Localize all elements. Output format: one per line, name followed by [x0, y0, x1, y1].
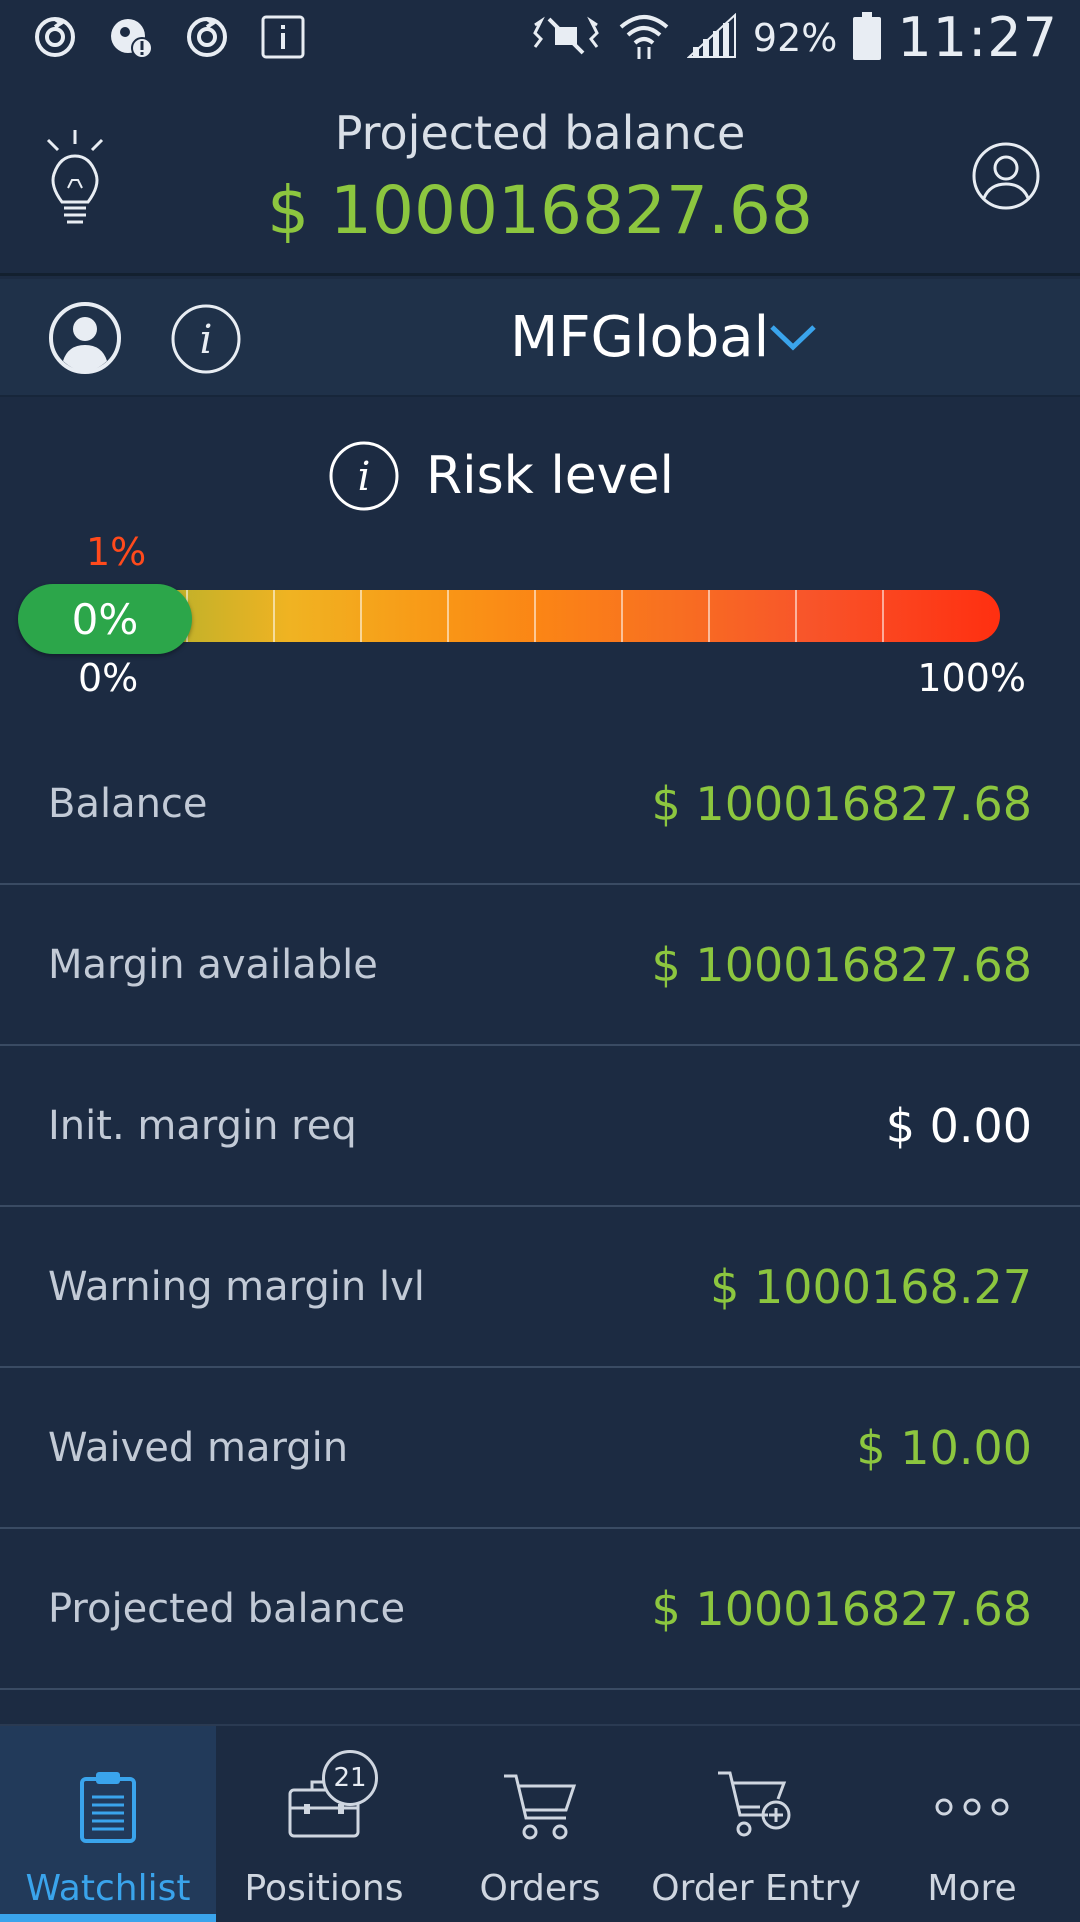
sync-icon — [182, 12, 232, 62]
row-value: $ 1000168.27 — [710, 1259, 1032, 1314]
row-label: Init. margin req — [48, 1102, 357, 1149]
alert-icon — [106, 12, 156, 62]
svg-text:i: i — [358, 454, 371, 500]
risk-info-icon[interactable]: i — [328, 440, 400, 512]
summary-row-waived-margin: Waived margin $ 10.00 — [0, 1368, 1080, 1529]
risk-level-title: Risk level — [426, 446, 674, 506]
summary-row-margin-available: Margin available $ 100016827.68 — [0, 885, 1080, 1046]
risk-max-label: 100% — [917, 656, 1026, 700]
chevron-down-icon[interactable] — [768, 321, 818, 355]
row-value: $ 0.00 — [885, 1098, 1032, 1153]
summary-row-projected-balance: Projected balance $ 100016827.68 — [0, 1529, 1080, 1690]
row-label: Margin available — [48, 941, 378, 988]
nav-label: Positions — [244, 1868, 404, 1909]
nav-label: Watchlist — [25, 1868, 191, 1909]
svg-text:i: i — [200, 317, 213, 363]
cart-icon — [495, 1762, 585, 1852]
cart-add-icon — [711, 1762, 801, 1852]
risk-tick — [621, 590, 623, 642]
account-bar: i MFGlobal — [0, 279, 1080, 397]
risk-level-heading: i Risk level — [328, 440, 674, 512]
more-dots-icon — [927, 1762, 1017, 1852]
account-avatar-icon[interactable] — [48, 301, 122, 375]
nav-label: More — [927, 1868, 1017, 1909]
nav-more[interactable]: More — [864, 1726, 1080, 1922]
risk-tick — [882, 590, 884, 642]
info-icon — [258, 12, 308, 62]
summary-row-init-margin-req: Init. margin req $ 0.00 — [0, 1046, 1080, 1207]
bottom-navigation: Watchlist 21 Positions Orders Order Entr… — [0, 1724, 1080, 1922]
summary-row-warning-margin-lvl: Warning margin lvl $ 1000168.27 — [0, 1207, 1080, 1368]
mute-icon — [531, 13, 601, 63]
nav-label: Order Entry — [651, 1868, 861, 1909]
risk-tick — [534, 590, 536, 642]
row-label: Balance — [48, 780, 208, 827]
projected-balance-title: Projected balance — [334, 106, 746, 160]
positions-count-badge: 21 — [322, 1750, 378, 1806]
row-label: Warning margin lvl — [48, 1263, 425, 1310]
wifi-icon — [617, 11, 671, 65]
nav-watchlist[interactable]: Watchlist — [0, 1726, 216, 1922]
row-value: $ 100016827.68 — [651, 776, 1032, 831]
header: Projected balance $ 100016827.68 — [0, 76, 1080, 276]
sync-icon — [30, 12, 80, 62]
risk-tick — [447, 590, 449, 642]
account-summary-list: Balance $ 100016827.68 Margin available … — [0, 724, 1080, 1690]
battery-percent: 92% — [752, 15, 838, 60]
risk-tick — [795, 590, 797, 642]
row-label: Waived margin — [48, 1424, 349, 1471]
risk-min-label: 0% — [78, 656, 139, 700]
row-value: $ 100016827.68 — [651, 1581, 1032, 1636]
row-value: $ 100016827.68 — [651, 937, 1032, 992]
projected-balance-amount: $ 100016827.68 — [267, 172, 813, 249]
account-name[interactable]: MFGlobal — [510, 305, 769, 370]
summary-row-balance: Balance $ 100016827.68 — [0, 724, 1080, 885]
nav-positions[interactable]: 21 Positions — [216, 1726, 432, 1922]
risk-marker-label: 1% — [86, 530, 147, 574]
status-bar: 92% 11:27 — [0, 0, 1080, 76]
risk-tick — [273, 590, 275, 642]
clipboard-icon — [63, 1762, 153, 1852]
battery-icon — [853, 11, 882, 64]
risk-tick — [708, 590, 710, 642]
account-info-icon[interactable]: i — [170, 303, 242, 375]
nav-orders[interactable]: Orders — [432, 1726, 648, 1922]
risk-level-indicator: 0% — [18, 584, 192, 654]
risk-tick — [360, 590, 362, 642]
nav-order-entry[interactable]: Order Entry — [648, 1726, 864, 1922]
nav-label: Orders — [479, 1868, 601, 1909]
user-profile-icon[interactable] — [970, 140, 1042, 212]
clock: 11:27 — [897, 6, 1058, 69]
row-value: $ 10.00 — [856, 1420, 1032, 1475]
signal-icon — [686, 12, 737, 63]
row-label: Projected balance — [48, 1585, 406, 1632]
